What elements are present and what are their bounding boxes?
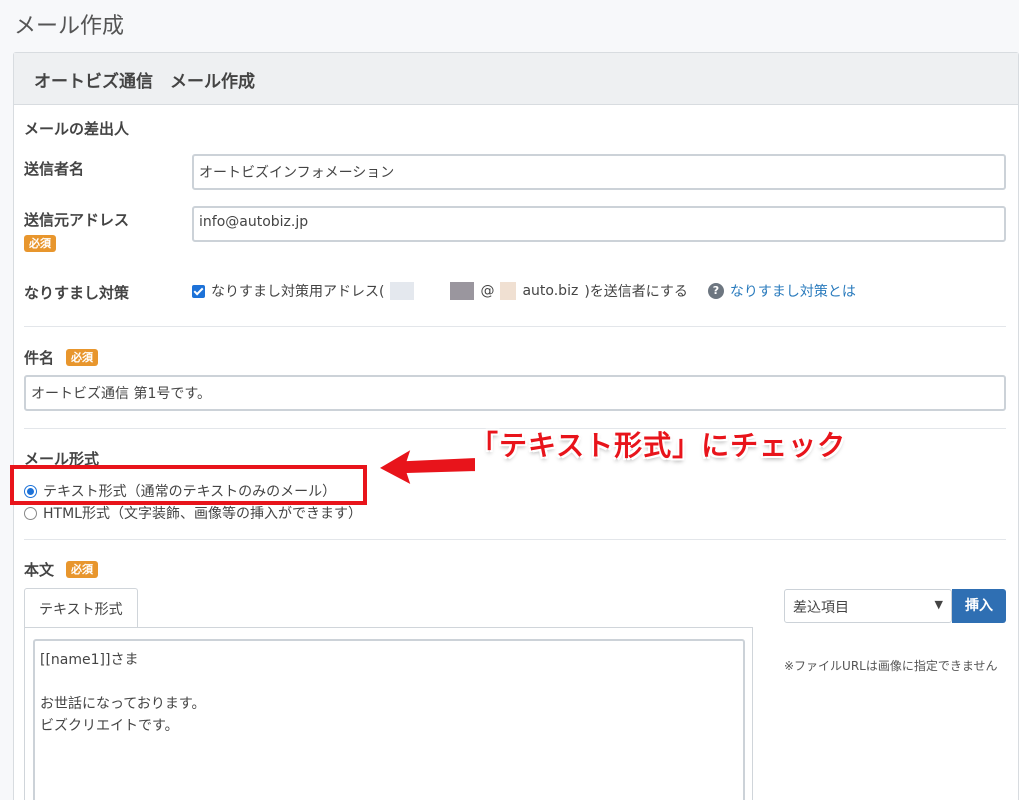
sender-name-input[interactable]: オートビズインフォメーション: [192, 154, 1006, 190]
required-badge: 必須: [24, 235, 56, 252]
subject-input[interactable]: オートビズ通信 第1号です。: [24, 375, 1006, 411]
body-label: 本文: [24, 561, 55, 579]
help-icon[interactable]: ?: [707, 283, 724, 299]
tab-text-format[interactable]: テキスト形式: [24, 588, 138, 628]
subject-label-row: 件名 必須: [24, 347, 99, 368]
divider: [24, 326, 1006, 327]
spoofing-text-at: @: [480, 283, 495, 299]
format-option-html[interactable]: HTML形式（文字装飾、画像等の挿入ができます）: [24, 503, 362, 523]
spoofing-text-suffix: )を送信者にする: [584, 284, 688, 300]
redacted-block: [450, 282, 475, 300]
panel-header: オートビズ通信 メール作成: [14, 53, 1018, 105]
body-label-row: 本文 必須: [24, 559, 99, 580]
required-badge: 必須: [66, 349, 99, 366]
spoofing-help-link[interactable]: なりすまし対策とは: [730, 281, 856, 301]
redacted-block: [500, 282, 517, 300]
format-option-html-label: HTML形式（文字装飾、画像等の挿入ができます）: [43, 506, 362, 522]
highlight-box: [10, 465, 367, 505]
divider: [24, 539, 1006, 540]
merge-field-select[interactable]: 差込項目 ▼: [784, 589, 952, 623]
spoofing-text-prefix: なりすまし対策用アドレス(: [211, 284, 385, 300]
body-textarea[interactable]: [[name1]]さま お世話になっております。 ビズクリエイトです。: [33, 639, 745, 800]
sender-name-label: 送信者名: [24, 160, 85, 178]
panel-title: オートビズ通信 メール作成: [34, 72, 255, 92]
spoofing-label: なりすまし対策: [24, 284, 130, 302]
sender-address-input[interactable]: info@autobiz.jp: [192, 206, 1006, 242]
annotation-callout: 「テキスト形式」にチェック: [470, 429, 847, 462]
merge-field-select-value: 差込項目: [793, 600, 849, 616]
spoofing-checkbox-row: なりすまし対策用アドレス( @ auto.biz )を送信者にする ? なりすま…: [192, 281, 856, 301]
spoofing-checkbox[interactable]: [192, 284, 205, 298]
required-badge: 必須: [66, 561, 99, 578]
spoofing-text-domain: auto.biz: [522, 283, 579, 299]
redacted-block: [390, 282, 415, 300]
annotation-arrow-icon: [375, 445, 477, 489]
redacted-gap: [420, 282, 445, 300]
insert-button[interactable]: 挿入: [952, 589, 1006, 623]
image-url-note: ※ファイルURLは画像に指定できません: [784, 659, 998, 673]
page-title: メール作成: [14, 14, 125, 39]
radio-html-format[interactable]: [24, 506, 37, 520]
sender-address-label: 送信元アドレス: [24, 211, 130, 229]
subject-label: 件名: [24, 349, 55, 367]
chevron-down-icon: ▼: [934, 598, 943, 611]
sender-section-title: メールの差出人: [24, 120, 130, 138]
